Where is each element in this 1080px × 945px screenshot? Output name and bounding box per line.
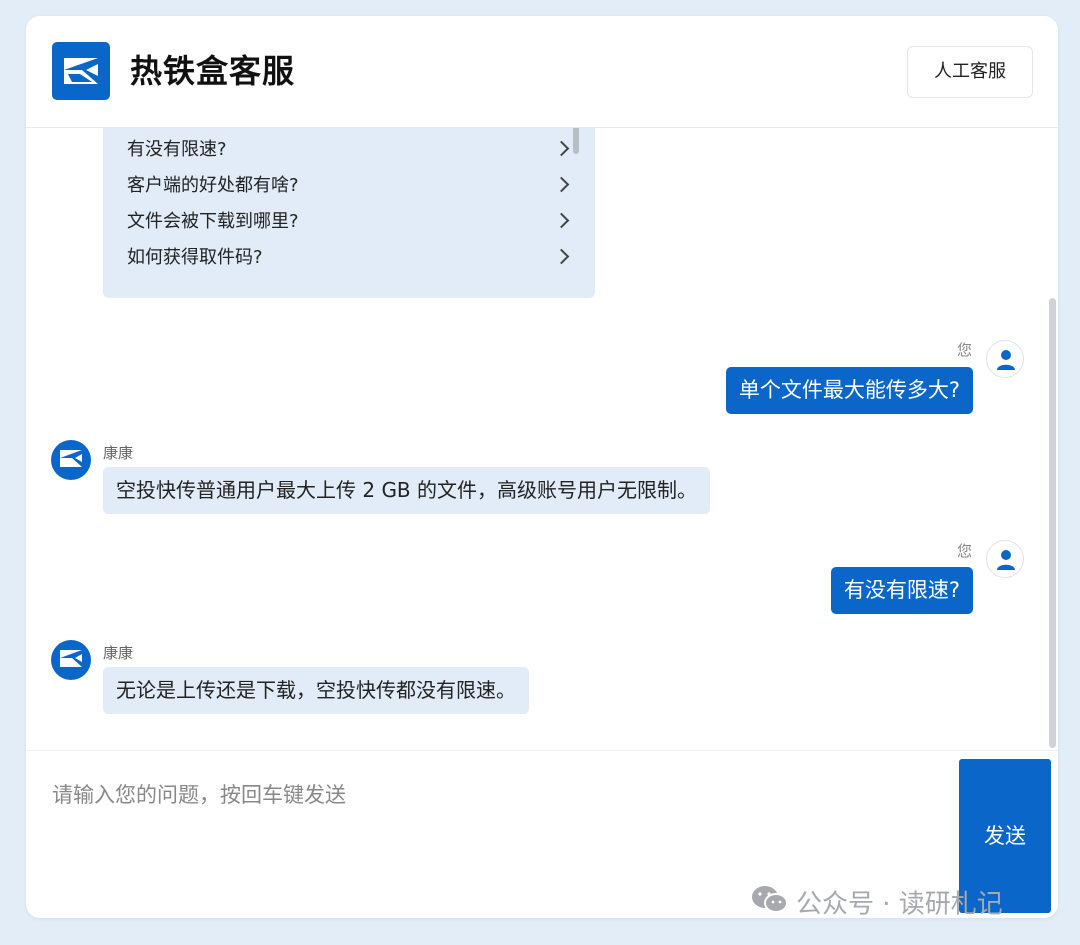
bot-message: 空投快传普通用户最大上传 2 GB 的文件，高级账号用户无限制。 bbox=[103, 467, 711, 514]
page-title: 热铁盒客服 bbox=[130, 52, 296, 90]
bot-logo-icon bbox=[60, 650, 82, 667]
faq-item[interactable]: 文件会被下载到哪里? bbox=[127, 207, 570, 237]
avatar bbox=[51, 640, 91, 680]
sender-label: 康康 bbox=[103, 644, 134, 662]
human-service-button[interactable]: 人工客服 bbox=[907, 46, 1033, 98]
header: 热铁盒客服 人工客服 bbox=[26, 16, 1058, 128]
watermark: 公众号 · 读研札记 bbox=[750, 884, 1003, 920]
user-icon bbox=[997, 550, 1015, 570]
bot-message: 无论是上传还是下载，空投快传都没有限速。 bbox=[103, 667, 529, 714]
bot-logo-icon bbox=[60, 450, 82, 467]
chevron-right-icon bbox=[553, 212, 570, 229]
faq-item-label: 如何获得取件码? bbox=[127, 247, 263, 268]
chat-history[interactable]: 有没有限速? 客户端的好处都有啥? 文件会被下载到哪里? 如何获得取件码? 您 bbox=[26, 128, 1058, 750]
sender-label: 您 bbox=[957, 542, 973, 560]
faq-item[interactable]: 有没有限速? bbox=[127, 135, 570, 165]
faq-item[interactable]: 客户端的好处都有啥? bbox=[127, 171, 570, 201]
chevron-right-icon bbox=[553, 140, 570, 157]
message-input[interactable] bbox=[36, 761, 941, 901]
faq-item-label: 客户端的好处都有啥? bbox=[127, 175, 299, 196]
box-logo-icon bbox=[52, 42, 110, 100]
sender-label: 您 bbox=[957, 341, 973, 359]
avatar bbox=[986, 540, 1024, 578]
faq-item-label: 有没有限速? bbox=[127, 139, 227, 160]
avatar bbox=[51, 440, 91, 480]
faq-item[interactable]: 如何获得取件码? bbox=[127, 243, 570, 273]
user-icon bbox=[997, 350, 1015, 370]
chevron-right-icon bbox=[553, 176, 570, 193]
chat-scrollbar[interactable] bbox=[1049, 298, 1056, 748]
watermark-text: 公众号 · 读研札记 bbox=[796, 889, 1003, 920]
user-message: 单个文件最大能传多大? bbox=[725, 367, 973, 414]
faq-list: 有没有限速? 客户端的好处都有啥? 文件会被下载到哪里? 如何获得取件码? bbox=[103, 128, 595, 298]
avatar bbox=[986, 340, 1024, 378]
chat-panel: 热铁盒客服 人工客服 有没有限速? 客户端的好处都有啥? 文件会被下载到哪里? … bbox=[26, 16, 1058, 918]
user-message: 有没有限速? bbox=[830, 567, 973, 614]
wechat-icon bbox=[750, 884, 790, 926]
chevron-right-icon bbox=[553, 248, 570, 265]
faq-scrollbar[interactable] bbox=[573, 128, 579, 154]
sender-label: 康康 bbox=[103, 444, 134, 462]
faq-item-label: 文件会被下载到哪里? bbox=[127, 211, 299, 232]
